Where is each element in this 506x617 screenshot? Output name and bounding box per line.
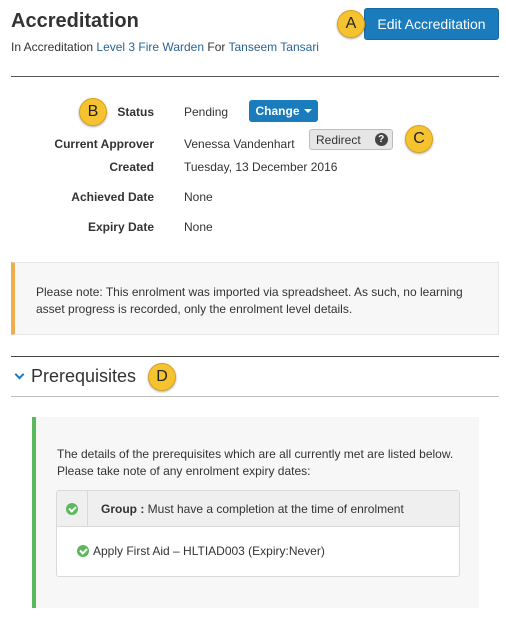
accreditation-link[interactable]: Level 3 Fire Warden bbox=[96, 40, 204, 54]
subtitle-for: For bbox=[207, 40, 226, 54]
subtitle-prefix: In Accreditation bbox=[11, 40, 94, 54]
approver-value: Venessa Vandenhart bbox=[184, 137, 295, 151]
group-header: Group : Must have a completion at the ti… bbox=[57, 491, 459, 527]
help-icon[interactable]: ? bbox=[374, 133, 388, 146]
callout-marker-a: A bbox=[337, 10, 365, 38]
prerequisites-panel: The details of the prerequisites which a… bbox=[32, 417, 479, 608]
caret-down-icon bbox=[303, 109, 312, 113]
group-label-prefix: Group : bbox=[101, 502, 145, 516]
change-button-label: Change bbox=[255, 104, 300, 118]
page-title: Accreditation bbox=[11, 10, 139, 32]
prerequisites-toggle[interactable]: Prerequisites bbox=[14, 366, 137, 387]
change-status-button[interactable]: Change bbox=[249, 100, 318, 122]
redirect-button-label: Redirect bbox=[316, 132, 361, 147]
edit-accreditation-button[interactable]: Edit Accreditation bbox=[364, 8, 499, 40]
check-circle-icon bbox=[77, 545, 89, 557]
prerequisites-heading: Prerequisites bbox=[31, 366, 137, 386]
prerequisites-top-divider bbox=[11, 356, 499, 357]
status-label: Status bbox=[117, 105, 154, 119]
breadcrumb: In Accreditation Level 3 Fire Warden For… bbox=[11, 40, 319, 54]
prerequisites-bottom-divider bbox=[11, 396, 499, 397]
prerequisite-group: Group : Must have a completion at the ti… bbox=[56, 490, 460, 577]
import-notice: Please note: This enrolment was imported… bbox=[11, 262, 499, 335]
chevron-down-icon bbox=[14, 369, 25, 380]
list-item: Apply First Aid – HLTIAD003 (Expiry:Neve… bbox=[77, 544, 325, 558]
expiry-date-label: Expiry Date bbox=[87, 220, 154, 234]
created-value: Tuesday, 13 December 2016 bbox=[184, 160, 338, 174]
callout-marker-d: D bbox=[148, 363, 176, 391]
group-status-cell bbox=[57, 491, 88, 526]
import-notice-text: Please note: This enrolment was imported… bbox=[36, 285, 463, 316]
achieved-date-value: None bbox=[184, 190, 213, 204]
callout-marker-b: B bbox=[79, 98, 107, 126]
prerequisites-intro: The details of the prerequisites which a… bbox=[57, 447, 454, 478]
achieved-date-label: Achieved Date bbox=[71, 190, 154, 204]
status-value: Pending bbox=[184, 105, 229, 119]
prerequisite-item-label: Apply First Aid – HLTIAD003 (Expiry:Neve… bbox=[93, 544, 325, 558]
group-label: Group : Must have a completion at the ti… bbox=[101, 502, 404, 516]
person-link[interactable]: Tanseem Tansari bbox=[228, 40, 319, 54]
redirect-button[interactable]: Redirect ? bbox=[309, 129, 393, 150]
expiry-date-value: None bbox=[184, 220, 213, 234]
approver-label: Current Approver bbox=[54, 137, 154, 151]
group-label-text: Must have a completion at the time of en… bbox=[147, 502, 404, 516]
created-label: Created bbox=[109, 160, 154, 174]
callout-marker-c: C bbox=[405, 125, 433, 153]
header-divider bbox=[11, 76, 499, 77]
check-circle-icon bbox=[66, 502, 78, 515]
